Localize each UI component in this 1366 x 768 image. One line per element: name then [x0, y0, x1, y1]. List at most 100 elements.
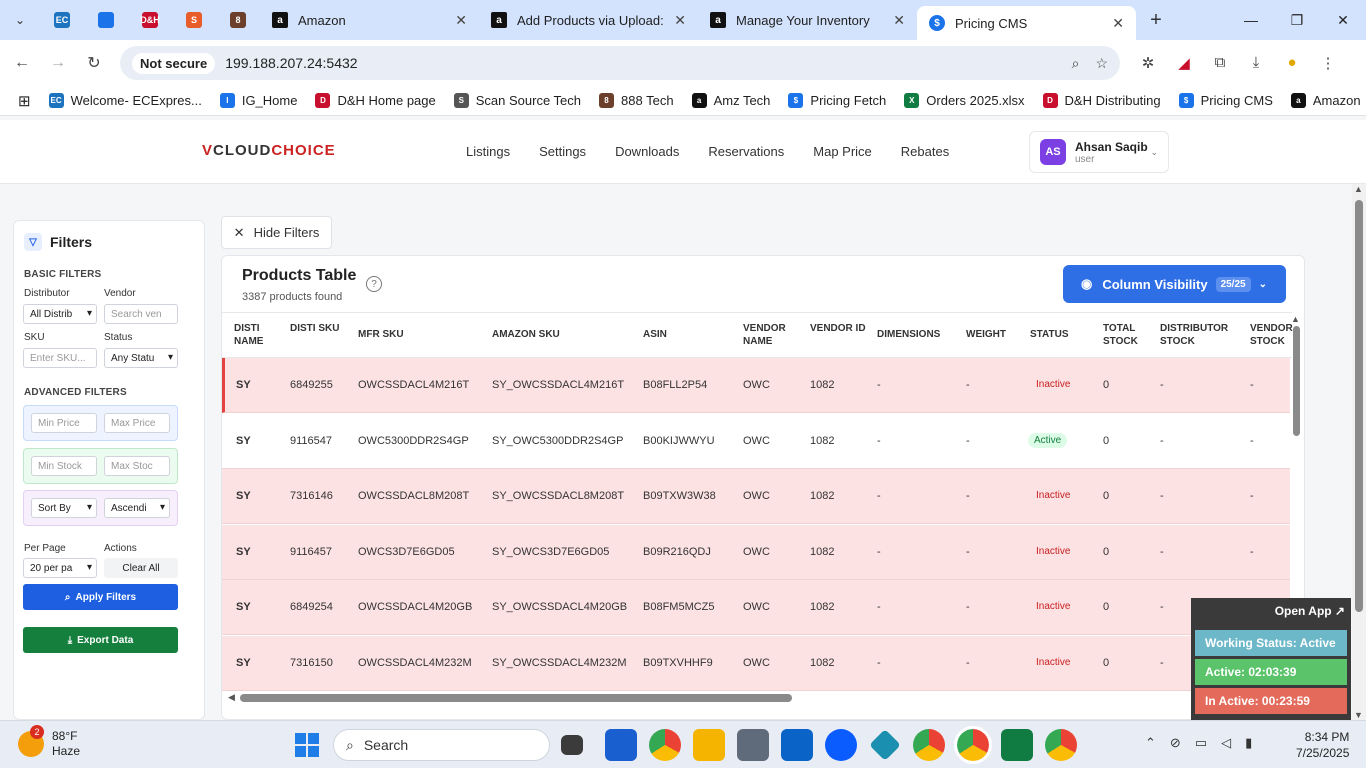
vpn-app-icon[interactable] — [869, 729, 901, 761]
column-visibility-button[interactable]: ◉ Column Visibility 25/25 ⌄ — [1063, 265, 1286, 303]
store-icon[interactable] — [605, 729, 637, 761]
scroll-left-arrow-icon[interactable]: ◀ — [228, 692, 235, 703]
per-page-select[interactable]: 20 per pa — [23, 558, 97, 578]
bookmark-item[interactable]: S Scan Source Tech — [453, 93, 581, 108]
pinned-tab[interactable] — [84, 0, 128, 40]
nav-item-settings[interactable]: Settings — [539, 144, 586, 159]
reload-icon[interactable]: ↻ — [76, 53, 112, 73]
battery-icon[interactable]: ▮ — [1245, 735, 1252, 751]
nav-item-map-price[interactable]: Map Price — [813, 144, 872, 159]
profile-avatar-icon[interactable]: ● — [1274, 54, 1310, 72]
excel-icon[interactable] — [1001, 729, 1033, 761]
close-tab-icon[interactable]: ✕ — [1112, 15, 1124, 32]
new-tab-plus-icon[interactable]: + — [1136, 9, 1176, 32]
sort-by-select[interactable]: Sort By — [31, 498, 97, 518]
taskbar-search[interactable]: ⌕ Search — [333, 729, 550, 761]
minimize-icon[interactable]: — — [1228, 12, 1274, 29]
status-select[interactable]: Any Statu — [104, 348, 178, 368]
table-row[interactable]: SY 7316150 OWCSSDACL4M232M SY_OWCSSDACL4M23… — [222, 635, 1290, 691]
pinned-tab[interactable]: D&H — [128, 0, 172, 40]
not-secure-badge[interactable]: Not secure — [132, 52, 216, 74]
table-row[interactable]: SY 6849255 OWCSSDACL4M216T SY_OWCSSDACL4M21… — [222, 358, 1290, 413]
vendor-search-input[interactable]: Search ven — [104, 304, 178, 324]
puzzle-extensions-icon[interactable]: ⧉ — [1202, 54, 1238, 72]
pinned-tab[interactable]: EC — [40, 0, 84, 40]
volume-icon[interactable]: ◁ — [1221, 735, 1231, 751]
task-view-icon[interactable] — [561, 735, 583, 755]
bookmark-item[interactable]: D D&H Home page — [315, 93, 436, 108]
column-header[interactable]: WEIGHT — [966, 328, 1026, 341]
bookmark-item[interactable]: I IG_Home — [219, 93, 297, 108]
column-header[interactable]: VENDOR ID — [810, 322, 873, 335]
help-question-icon[interactable]: ? — [366, 276, 382, 292]
weather-widget[interactable]: 2 88°F Haze — [18, 725, 80, 759]
browser-menu-icon[interactable]: ⋮ — [1310, 54, 1346, 72]
column-header[interactable]: DIMENSIONS — [877, 328, 962, 341]
distributor-select[interactable]: All Distrib — [23, 304, 97, 324]
page-scroll-thumb[interactable] — [1355, 200, 1363, 612]
cloudchoice-logo[interactable]: VCLOUDCHOICE — [202, 142, 336, 159]
display-icon[interactable]: ▭ — [1195, 735, 1207, 751]
forward-arrow-icon[interactable]: → — [40, 54, 76, 72]
close-window-icon[interactable]: ✕ — [1320, 12, 1366, 29]
close-tab-icon[interactable]: ✕ — [893, 12, 905, 29]
horizontal-scroll-thumb[interactable] — [240, 694, 792, 702]
bookmark-item[interactable]: $ Pricing CMS — [1178, 93, 1273, 108]
table-row[interactable]: SY 9116457 OWCS3D7E6GD05 SY_OWCS3D7E6GD05 B0… — [222, 524, 1290, 580]
column-header[interactable]: DISTI NAME — [234, 322, 286, 348]
column-header[interactable]: VENDOR NAME — [743, 322, 806, 348]
chrome-profile-2-icon[interactable] — [913, 729, 945, 761]
back-arrow-icon[interactable]: ← — [4, 54, 40, 72]
chrome-icon[interactable] — [649, 729, 681, 761]
apps-grid-icon[interactable]: ⊞ — [18, 92, 31, 110]
hide-filters-button[interactable]: ✕ Hide Filters — [221, 216, 332, 249]
table-row[interactable]: SY 7316146 OWCSSDACL8M208T SY_OWCSSDACL8M20… — [222, 469, 1290, 524]
column-header[interactable]: MFR SKU — [358, 328, 488, 341]
column-header[interactable]: DISTI SKU — [290, 322, 354, 335]
table-row[interactable]: SY 9116547 OWC5300DDR2S4GP SY_OWC5300DDR2S4… — [222, 413, 1290, 469]
bookmark-item[interactable]: $ Pricing Fetch — [788, 93, 886, 108]
bookmark-item[interactable]: a Amazon — [1290, 93, 1361, 108]
clear-all-button[interactable]: Clear All — [104, 558, 178, 578]
sort-order-select[interactable]: Ascendi — [104, 498, 170, 518]
close-tab-icon[interactable]: ✕ — [455, 12, 467, 29]
system-clock[interactable]: 8:34 PM 7/25/2025 — [1296, 729, 1349, 761]
page-scroll-down-icon[interactable]: ▼ — [1354, 710, 1363, 720]
page-scrollbar[interactable]: ▲ ▼ — [1352, 184, 1366, 720]
nav-item-listings[interactable]: Listings — [466, 144, 510, 159]
zoom-app-icon[interactable] — [825, 729, 857, 761]
chrome-active-icon[interactable] — [954, 726, 992, 764]
pdf-extension-icon[interactable]: ◢ — [1166, 54, 1202, 72]
horizontal-scrollbar[interactable]: ◀ — [228, 692, 1288, 702]
bookmark-star-icon[interactable]: ☆ — [1095, 55, 1108, 72]
apply-filters-button[interactable]: ⌕ Apply Filters — [23, 584, 178, 610]
column-header[interactable]: DISTRIBUTOR STOCK — [1160, 322, 1246, 348]
max-price-input[interactable]: Max Price — [104, 413, 170, 433]
scroll-up-arrow-icon[interactable]: ▲ — [1291, 314, 1300, 324]
column-header[interactable]: ASIN — [643, 328, 739, 341]
browser-tab[interactable]: $ Pricing CMS ✕ — [917, 6, 1136, 40]
browser-tab[interactable]: a Add Products via Upload: C ✕ — [479, 0, 698, 40]
open-app-link[interactable]: Open App ↗ — [1275, 604, 1345, 618]
pinned-tab[interactable]: S — [172, 0, 216, 40]
browser-tab[interactable]: a Amazon ✕ — [260, 0, 479, 40]
table-row[interactable]: SY 6849254 OWCSSDACL4M20GB SY_OWCSSDACL4M20… — [222, 580, 1290, 635]
column-header[interactable]: TOTAL STOCK — [1103, 322, 1156, 348]
maximize-icon[interactable]: ❐ — [1274, 12, 1320, 29]
page-scroll-up-icon[interactable]: ▲ — [1354, 184, 1363, 194]
max-stock-input[interactable]: Max Stoc — [104, 456, 170, 476]
table-vertical-scroll-thumb[interactable] — [1293, 326, 1300, 436]
url-text[interactable]: 199.188.207.24:5432 — [225, 55, 1055, 71]
column-header[interactable]: STATUS — [1030, 328, 1099, 341]
tab-search-chevron-icon[interactable]: ⌄ — [6, 6, 34, 34]
zoom-icon[interactable]: ⌕ — [1072, 55, 1080, 72]
chrome-profile-3-icon[interactable] — [1045, 729, 1077, 761]
omnibox[interactable]: Not secure 199.188.207.24:5432 ⌕ ☆ — [120, 46, 1120, 80]
nav-item-reservations[interactable]: Reservations — [708, 144, 784, 159]
extension-icon[interactable]: ✲ — [1130, 54, 1166, 72]
download-icon[interactable]: ⤓ — [1238, 54, 1274, 72]
outlook-icon[interactable] — [781, 729, 813, 761]
close-tab-icon[interactable]: ✕ — [674, 12, 686, 29]
network-off-icon[interactable]: ⊘ — [1170, 735, 1181, 751]
bookmark-item[interactable]: a Amz Tech — [691, 93, 770, 108]
